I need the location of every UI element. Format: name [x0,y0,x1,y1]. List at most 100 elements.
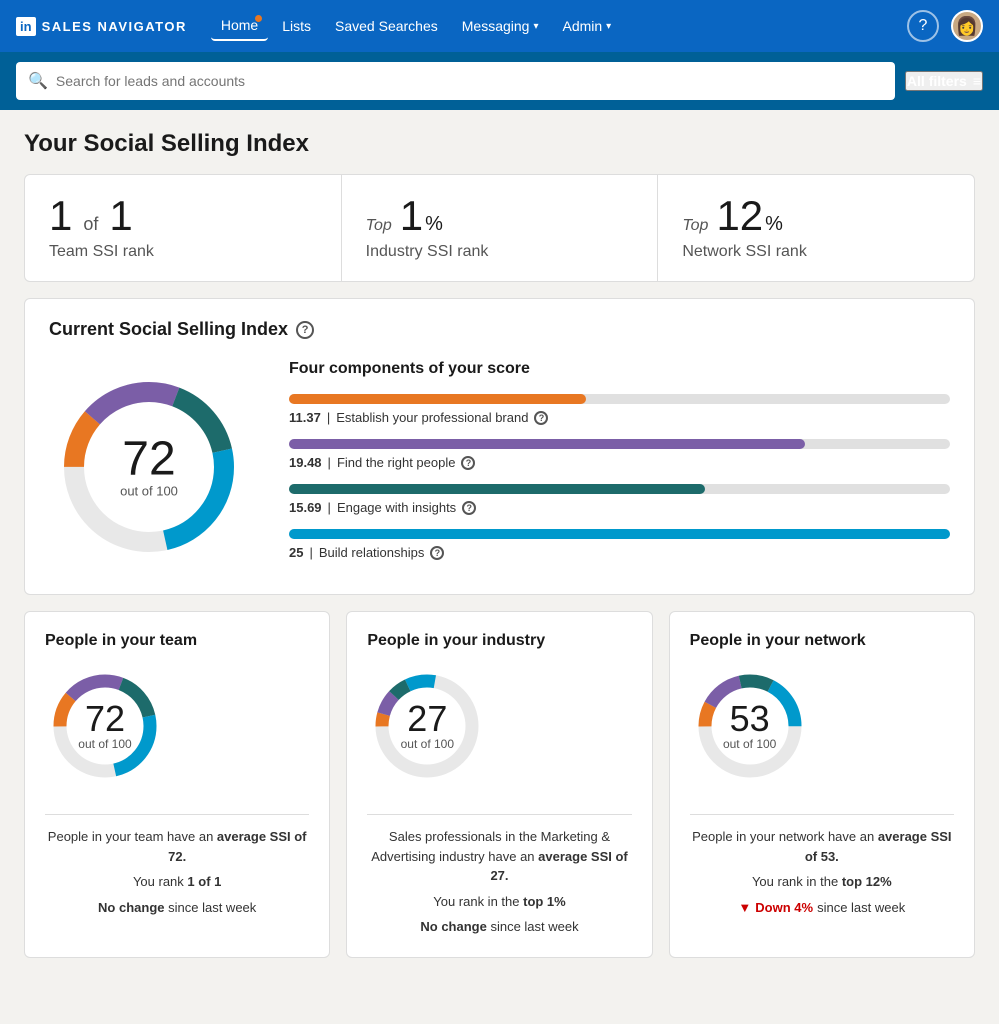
filters-icon: ≡ [973,73,981,89]
network-change-label: Down 4% [755,898,813,918]
rank-number-row: Top 1 % [366,195,634,237]
component-help-icon-1[interactable]: ? [534,411,548,425]
search-icon: 🔍 [28,71,48,91]
ssi-components: Four components of your score 11.37 | Es… [289,360,950,574]
ssi-score: 72 [120,436,178,484]
network-donut-center: 53 out of 100 [723,701,776,751]
donut-center: 72 out of 100 [120,436,178,499]
bar-track-1 [289,394,950,404]
rank-number-row: 1 of 1 [49,195,317,237]
team-card-title: People in your team [45,632,309,650]
network-chart-row: 53 out of 100 [690,666,954,786]
industry-ssi-rank-label: Industry SSI rank [366,243,634,261]
industry-rank: You rank in the top 1% [367,892,631,912]
industry-donut: 27 out of 100 [367,666,487,786]
bar-track-4 [289,529,950,539]
component-value-3: 15.69 [289,500,322,515]
main-content: Your Social Selling Index 1 of 1 Team SS… [0,110,999,978]
component-help-icon-4[interactable]: ? [430,546,444,560]
team-rank: You rank 1 of 1 [45,872,309,892]
rank-numerator: 1 [49,195,72,237]
help-button[interactable]: ? [907,10,939,42]
team-donut: 72 out of 100 [45,666,165,786]
ssi-section: Current Social Selling Index ? [24,298,975,595]
bar-fill-4 [289,529,950,539]
nav-saved-searches[interactable]: Saved Searches [325,12,448,40]
component-value-4: 25 [289,545,303,560]
network-ssi-rank-label: Network SSI rank [682,243,950,261]
nav-admin[interactable]: Admin ▾ [552,12,621,40]
industry-score-sub: out of 100 [401,737,454,751]
industry-donut-center: 27 out of 100 [401,701,454,751]
team-score: 72 [78,701,131,737]
team-ssi-rank-label: Team SSI rank [49,243,317,261]
search-input[interactable] [56,73,883,89]
industry-rank-bold: top 1% [523,894,566,909]
team-chart-row: 72 out of 100 [45,666,309,786]
linkedin-logo-box: in [16,17,36,36]
logo[interactable]: in SALES NAVIGATOR [16,17,187,36]
bar-track-3 [289,484,950,494]
team-desc: People in your team have an average SSI … [45,827,309,866]
bottom-cards-row: People in your team 72 out of 100 [24,611,975,958]
ssi-section-title: Current Social Selling Index ? [49,319,950,340]
ssi-help-icon[interactable]: ? [296,321,314,339]
industry-chart-row: 27 out of 100 [367,666,631,786]
industry-card: People in your industry 27 out of 100 [346,611,652,958]
team-change-label: No change [98,900,164,915]
nav-home[interactable]: Home [211,11,268,41]
network-ssi-rank-card: Top 12 % Network SSI rank [658,175,974,281]
nav-messaging[interactable]: Messaging ▾ [452,12,549,40]
network-change: ▼ Down 4% since last week [690,898,954,918]
component-row-1: 11.37 | Establish your professional bran… [289,394,950,425]
main-donut-chart: 72 out of 100 [49,367,249,567]
rank-cards-row: 1 of 1 Team SSI rank Top 1 % Industry SS… [24,174,975,282]
component-label-2: 19.48 | Find the right people ? [289,455,950,470]
bar-track-2 [289,439,950,449]
rank-pct-sign: % [425,213,443,236]
top-label: Top [682,217,708,235]
bar-fill-3 [289,484,705,494]
team-donut-center: 72 out of 100 [78,701,131,751]
network-desc-plain: People in your network have an [692,829,878,844]
team-desc-plain: People in your team have an [48,829,217,844]
component-row-4: 25 | Build relationships ? [289,529,950,560]
component-label-3: 15.69 | Engage with insights ? [289,500,950,515]
rank-value: 12 [716,195,763,237]
network-rank-bold: top 12% [842,874,892,889]
industry-change-label: No change [420,919,486,934]
rank-pct-sign: % [765,213,783,236]
page-title: Your Social Selling Index [24,130,975,158]
component-name-1: Establish your professional brand [336,410,528,425]
network-desc: People in your network have an average S… [690,827,954,866]
industry-ssi-rank-card: Top 1 % Industry SSI rank [342,175,659,281]
network-change-plain: since last week [817,898,905,918]
nav-lists[interactable]: Lists [272,12,321,40]
network-rank-plain: You rank in the [752,874,842,889]
ssi-body: 72 out of 100 Four components of your sc… [49,360,950,574]
components-title: Four components of your score [289,360,950,378]
industry-card-title: People in your industry [367,632,631,650]
rank-number-row: Top 12 % [682,195,950,237]
team-rank-bold: 1 of 1 [187,874,221,889]
navigation: in SALES NAVIGATOR Home Lists Saved Sear… [0,0,999,52]
industry-change: No change since last week [367,917,631,937]
rank-denominator: 1 [109,195,132,237]
ssi-score-label: out of 100 [120,484,178,499]
network-score: 53 [723,701,776,737]
chevron-down-icon: ▾ [606,21,611,32]
component-label-1: 11.37 | Establish your professional bran… [289,410,950,425]
nav-dot [255,15,262,22]
team-ssi-rank-card: 1 of 1 Team SSI rank [25,175,342,281]
component-row-3: 15.69 | Engage with insights ? [289,484,950,515]
component-name-2: Find the right people [337,455,456,470]
component-name-4: Build relationships [319,545,425,560]
industry-score: 27 [401,701,454,737]
avatar[interactable]: 👩 [951,10,983,42]
industry-rank-plain: You rank in the [433,894,523,909]
component-help-icon-3[interactable]: ? [462,501,476,515]
team-score-sub: out of 100 [78,737,131,751]
search-input-wrap: 🔍 [16,62,895,100]
all-filters-button[interactable]: All filters ≡ [905,71,983,91]
component-help-icon-2[interactable]: ? [461,456,475,470]
